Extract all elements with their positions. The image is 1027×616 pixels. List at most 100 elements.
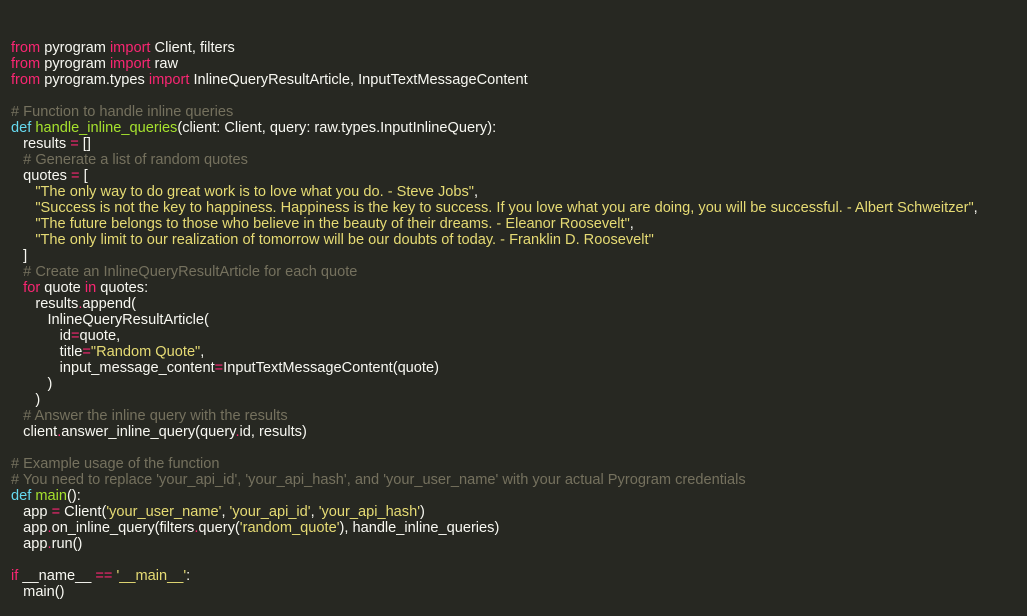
code-line: app.run() [11,536,1027,552]
code-editor[interactable]: from pyrogram import Client, filters from… [0,0,1027,600]
code-token: ) [11,376,53,392]
code-line: app = Client('your_user_name', 'your_api… [11,504,1027,520]
code-token: 'your_api_id' [229,504,311,520]
code-token: [ [79,168,88,184]
code-line: for quote in quotes: [11,280,1027,296]
code-token: # You need to replace 'your_api_id', 'yo… [11,472,746,488]
code-token: quote [40,280,85,296]
code-token: from [11,40,41,56]
code-token: in [84,280,97,296]
code-token: def [11,120,32,136]
code-token: ) [420,504,425,520]
code-token: import [148,72,190,88]
code-token: (client: Client, query: raw.types.InputI… [177,120,497,136]
code-line: results = [] [11,136,1027,152]
code-token: Client( [60,504,107,520]
code-token: quotes [11,168,72,184]
code-token: == [95,568,113,584]
code-token: import [109,56,151,72]
code-line: main() [11,584,1027,600]
code-token: 'your_api_hash' [318,504,421,520]
code-token: , [629,216,634,232]
code-token: main() [11,584,65,600]
code-line: ​ [11,88,1027,104]
code-token: "Success is not the key to happiness. Ha… [35,200,974,216]
code-token: "The future belongs to those who believe… [35,216,630,232]
code-token: , [221,504,230,520]
code-token: client [11,424,58,440]
code-token: # Answer the inline query with the resul… [11,408,288,424]
code-token: pyrogram [40,56,110,72]
code-line: # Function to handle inline queries [11,104,1027,120]
code-token: on_inline_query(filters [51,520,195,536]
code-line: from pyrogram import raw [11,56,1027,72]
code-line: title="Random Quote", [11,344,1027,360]
code-line: input_message_content=InputTextMessageCo… [11,360,1027,376]
code-token: results [11,136,71,152]
code-token: ) [11,392,41,408]
code-line: ) [11,392,1027,408]
code-token: # Generate a list of random quotes [11,152,248,168]
code-token: app [11,536,48,552]
code-line: # Answer the inline query with the resul… [11,408,1027,424]
code-line: "Success is not the key to happiness. Ha… [11,200,1027,216]
code-line: "The only limit to our realization of to… [11,232,1027,248]
code-token: app [11,520,48,536]
code-token: '__main__' [116,568,187,584]
code-token: def [11,488,32,504]
code-token: InlineQueryResultArticle( [11,312,209,328]
code-token: pyrogram.types [40,72,149,88]
code-line: from pyrogram.types import InlineQueryRe… [11,72,1027,88]
code-token: main [35,488,67,504]
code-token: # Example usage of the function [11,456,220,472]
code-line: # Generate a list of random quotes [11,152,1027,168]
code-line: # Create an InlineQueryResultArticle for… [11,264,1027,280]
code-token: input_message_content [11,360,215,376]
code-token: # Create an InlineQueryResultArticle for… [11,264,358,280]
code-token: = [71,328,80,344]
code-token: import [109,40,151,56]
code-token: raw [150,56,179,72]
code-line: ​ [11,552,1027,568]
code-line: ​ [11,440,1027,456]
code-body: from pyrogram import Client, filters from… [11,40,1027,600]
code-token: title [11,344,83,360]
code-token: = [214,360,224,376]
code-token: __name__ [18,568,96,584]
code-token: , [973,200,978,216]
code-line: def handle_inline_queries(client: Client… [11,120,1027,136]
code-line: # You need to replace 'your_api_id', 'yo… [11,472,1027,488]
code-token: # Function to handle inline queries [11,104,234,120]
code-token: InlineQueryResultArticle, InputTextMessa… [189,72,528,88]
code-token: ] [11,248,28,264]
code-token: append( [82,296,136,312]
code-token: , [310,504,319,520]
code-token: = [51,504,61,520]
code-line: "The future belongs to those who believe… [11,216,1027,232]
code-token: results [11,296,79,312]
code-line: app.on_inline_query(filters.query('rando… [11,520,1027,536]
code-token: id, results) [239,424,307,440]
code-token: quote, [79,328,121,344]
code-line: from pyrogram import Client, filters [11,40,1027,56]
code-token: InputTextMessageContent(quote) [223,360,439,376]
code-line: # Example usage of the function [11,456,1027,472]
code-line: ) [11,376,1027,392]
code-token: = [70,136,79,152]
code-token: query( [198,520,240,536]
code-line: quotes = [ [11,168,1027,184]
code-line: "The only way to do great work is to lov… [11,184,1027,200]
code-token: id [11,328,72,344]
code-token: 'your_user_name' [106,504,222,520]
code-token: pyrogram [40,40,110,56]
code-line: client.answer_inline_query(query.id, res… [11,424,1027,440]
code-token: for [23,280,41,296]
code-line: ] [11,248,1027,264]
code-token: ), handle_inline_queries) [339,520,500,536]
code-token: from [11,56,41,72]
code-token: Client, filters [150,40,235,56]
code-line: results.append( [11,296,1027,312]
